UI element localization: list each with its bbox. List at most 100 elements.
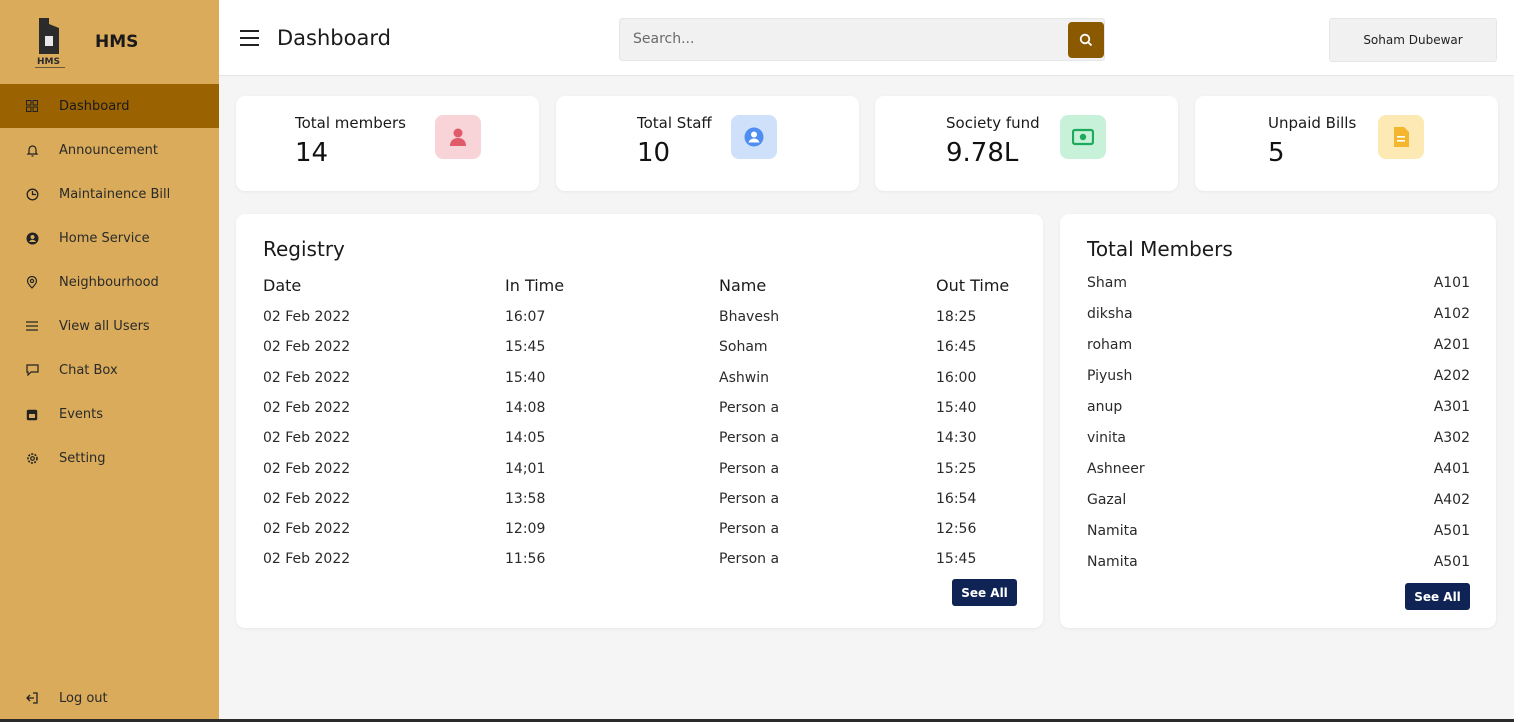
sidebar-item-events[interactable]: Events <box>0 392 219 436</box>
member-unit: A102 <box>1433 306 1470 322</box>
registry-cell: 02 Feb 2022 <box>263 399 351 416</box>
sidebar-nav: Dashboard Announcement Maintainence Bill Ho… <box>0 84 219 480</box>
registry-cell: Person a <box>719 521 780 538</box>
member-name: roham <box>1087 337 1133 353</box>
registry-cell: 16:00 <box>936 369 977 386</box>
sidebar-item-neighbourhood[interactable]: Neighbourhood <box>0 260 219 304</box>
registry-title: Registry <box>263 237 345 261</box>
registry-cell: Person a <box>719 430 780 447</box>
registry-cell: 02 Feb 2022 <box>263 551 351 568</box>
registry-cell: Person a <box>719 399 780 416</box>
registry-cell: 12:09 <box>505 521 546 538</box>
registry-cell: 02 Feb 2022 <box>263 339 351 356</box>
member-name: Ashneer <box>1087 461 1145 477</box>
registry-cell: 12:56 <box>936 521 977 538</box>
brand-name: HMS <box>95 32 139 52</box>
list-icon <box>25 319 39 333</box>
member-unit: A401 <box>1433 461 1470 477</box>
calendar-icon <box>25 407 39 421</box>
registry-cell: 14;01 <box>505 460 546 477</box>
stat-label: Unpaid Bills <box>1268 114 1357 132</box>
map-pin-icon <box>25 275 39 289</box>
stat-card-society-fund[interactable]: Society fund 9.78L <box>875 96 1178 191</box>
sidebar-item-announcement[interactable]: Announcement <box>0 128 219 172</box>
sidebar-item-label: Neighbourhood <box>59 274 159 290</box>
chat-icon <box>25 363 39 377</box>
member-name: Gazal <box>1087 492 1127 508</box>
registry-cell: Person a <box>719 460 780 477</box>
column-header-out-time: Out Time <box>936 276 1010 295</box>
sidebar-item-chat-box[interactable]: Chat Box <box>0 348 219 392</box>
registry-cell: 15:25 <box>936 460 977 477</box>
registry-cell: 14:30 <box>936 430 977 447</box>
brand[interactable]: HMS HMS <box>0 0 219 84</box>
sidebar-item-home-service[interactable]: Home Service <box>0 216 219 260</box>
sidebar-item-label: Announcement <box>59 142 158 158</box>
page-edge <box>1514 0 1533 722</box>
member-unit: A501 <box>1433 523 1470 539</box>
member-name: vinita <box>1087 430 1127 446</box>
registry-cell: 02 Feb 2022 <box>263 521 351 538</box>
clock-icon <box>25 187 39 201</box>
member-name: diksha <box>1087 306 1133 322</box>
registry-cell: Soham <box>719 339 768 356</box>
registry-cell: 15:40 <box>505 369 546 386</box>
logo-icon: HMS <box>33 14 69 70</box>
sidebar-item-view-all-users[interactable]: View all Users <box>0 304 219 348</box>
page-title: Dashboard <box>277 26 391 50</box>
user-circle-icon <box>25 231 39 245</box>
document-icon <box>1378 115 1424 159</box>
logout-icon <box>25 691 39 705</box>
stat-value: 9.78L <box>946 138 1019 168</box>
column-header-in-time: In Time <box>505 276 565 295</box>
registry-cell: Person a <box>719 551 780 568</box>
stat-label: Total members <box>295 114 406 132</box>
registry-panel <box>236 214 1043 628</box>
member-name: anup <box>1087 399 1123 415</box>
stat-card-unpaid-bills[interactable]: Unpaid Bills 5 <box>1195 96 1498 191</box>
gear-icon <box>25 451 39 465</box>
sidebar-item-dashboard[interactable]: Dashboard <box>0 84 219 128</box>
registry-cell: 11:56 <box>505 551 546 568</box>
members-see-all-button[interactable]: See All <box>1405 583 1470 610</box>
registry-cell: 02 Feb 2022 <box>263 309 351 325</box>
registry-see-all-button[interactable]: See All <box>952 579 1017 606</box>
bell-icon <box>25 143 39 157</box>
user-circle-icon <box>731 115 777 159</box>
member-name: Sham <box>1087 275 1127 291</box>
registry-cell: Person a <box>719 490 780 507</box>
registry-cell: 13:58 <box>505 490 546 507</box>
members-title: Total Members <box>1087 237 1233 261</box>
column-header-date: Date <box>263 276 302 295</box>
sidebar-item-label: Chat Box <box>59 362 118 378</box>
registry-cell: 16:54 <box>936 490 977 507</box>
member-name: Namita <box>1087 523 1138 539</box>
stat-card-total-staff[interactable]: Total Staff 10 <box>556 96 859 191</box>
member-unit: A402 <box>1433 492 1470 508</box>
registry-cell: 02 Feb 2022 <box>263 430 351 447</box>
registry-cell: 02 Feb 2022 <box>263 460 351 477</box>
sidebar-item-label: Setting <box>59 450 106 466</box>
money-icon <box>1060 115 1106 159</box>
sidebar-item-label: View all Users <box>59 318 150 334</box>
sidebar-item-label: Dashboard <box>59 98 130 114</box>
registry-cell: 02 Feb 2022 <box>263 490 351 507</box>
sidebar-item-setting[interactable]: Setting <box>0 436 219 480</box>
search-box <box>619 18 1105 61</box>
hamburger-menu-icon[interactable] <box>240 30 259 46</box>
registry-cell: Bhavesh <box>719 309 780 325</box>
stat-value: 14 <box>295 138 329 168</box>
stat-value: 10 <box>637 138 671 168</box>
registry-cell: 16:07 <box>505 309 546 325</box>
registry-cell: 18:25 <box>936 309 977 325</box>
search-input[interactable] <box>633 31 1053 47</box>
sidebar-item-maintainence-bill[interactable]: Maintainence Bill <box>0 172 219 216</box>
stat-card-total-members[interactable]: Total members 14 <box>236 96 539 191</box>
stat-label: Total Staff <box>637 114 712 132</box>
registry-cell: 14:08 <box>505 399 546 416</box>
search-button[interactable] <box>1068 22 1104 58</box>
member-unit: A201 <box>1433 337 1470 353</box>
user-profile-button[interactable]: Soham Dubewar <box>1329 18 1497 62</box>
logout-button[interactable]: Log out <box>0 676 219 720</box>
member-unit: A101 <box>1433 275 1470 291</box>
